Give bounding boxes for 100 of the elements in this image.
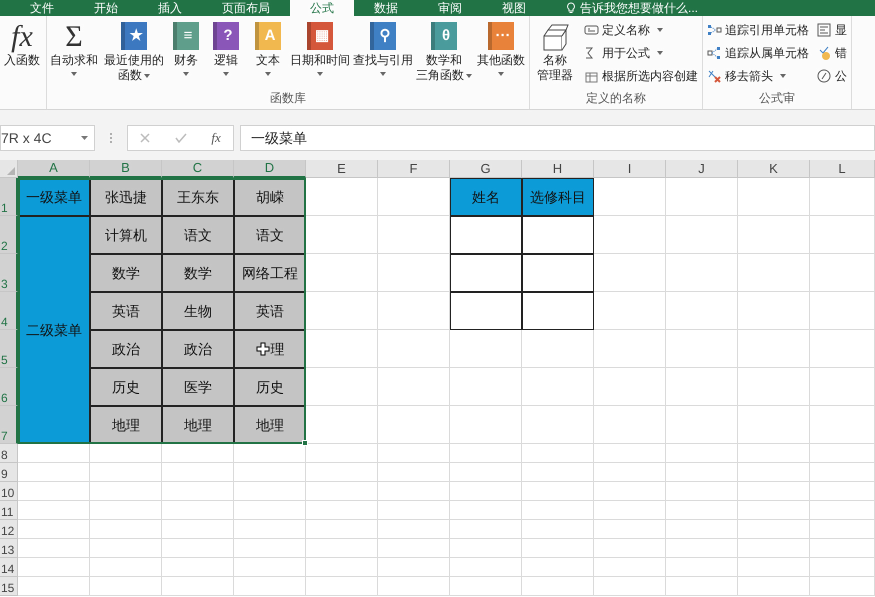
spreadsheet-cell[interactable] [594,558,666,577]
ribbon-tab[interactable]: 数据 [354,0,418,16]
row-header[interactable]: 9 [0,463,18,482]
spreadsheet-cell[interactable] [738,216,810,254]
spreadsheet-cell[interactable] [738,178,810,216]
spreadsheet-cell[interactable] [594,406,666,444]
spreadsheet-cell[interactable] [450,577,522,596]
ribbon-small-button[interactable]: 移去箭头 [707,66,809,86]
table-cell[interactable]: 网络工程 [234,254,306,292]
spreadsheet-cell[interactable] [810,501,875,520]
spreadsheet-cell[interactable] [306,330,378,368]
table-cell[interactable]: 张迅捷 [90,178,162,216]
ribbon-button[interactable]: θ 数学和 三角函数 [415,16,473,89]
spreadsheet-cell[interactable] [162,520,234,539]
table-cell[interactable]: 二级菜单 [18,216,90,444]
row-header[interactable]: 4 [0,292,18,330]
spreadsheet-cell[interactable] [594,463,666,482]
ribbon-button[interactable]: A 文本 [247,16,289,89]
spreadsheet-cell[interactable] [450,444,522,463]
spreadsheet-cell[interactable] [810,178,875,216]
spreadsheet-cell[interactable] [522,520,594,539]
spreadsheet-cell[interactable] [666,520,738,539]
spreadsheet-cell[interactable] [162,444,234,463]
spreadsheet-cell[interactable] [594,501,666,520]
ribbon-tab[interactable]: 插入 [138,0,202,16]
spreadsheet-cell[interactable] [378,368,450,406]
spreadsheet-cell[interactable] [306,444,378,463]
table-cell[interactable]: 姓名 [450,178,522,216]
column-header[interactable]: F [378,160,450,178]
table-cell[interactable]: 数学 [90,254,162,292]
ribbon-button[interactable]: fx 入函数 [0,16,46,89]
table-cell[interactable]: 历史 [90,368,162,406]
spreadsheet-cell[interactable] [450,501,522,520]
spreadsheet-cell[interactable] [522,406,594,444]
spreadsheet-cell[interactable] [810,368,875,406]
table-cell[interactable]: 数学 [162,254,234,292]
ribbon-tab[interactable]: 审阅 [418,0,482,16]
ribbon-tab[interactable]: 页面布局 [202,0,290,16]
spreadsheet-cell[interactable] [522,577,594,596]
spreadsheet-cell[interactable] [18,482,90,501]
table-cell[interactable]: 历史 [234,368,306,406]
spreadsheet-cell[interactable] [306,539,378,558]
spreadsheet-cell[interactable] [450,463,522,482]
spreadsheet-cell[interactable] [378,501,450,520]
spreadsheet-cell[interactable] [666,368,738,406]
ribbon-button[interactable]: Σ 自动求和 [47,16,101,89]
spreadsheet-cell[interactable] [234,577,306,596]
spreadsheet-cell[interactable] [378,406,450,444]
spreadsheet-cell[interactable] [666,501,738,520]
spreadsheet-cell[interactable] [90,539,162,558]
ribbon-small-button[interactable]: 追踪从属单元格 [707,43,809,63]
ribbon-small-button[interactable]: 根据所选内容创建 [584,66,698,86]
spreadsheet-cell[interactable] [810,463,875,482]
spreadsheet-cell[interactable] [306,577,378,596]
spreadsheet-cell[interactable] [666,558,738,577]
spreadsheet-cell[interactable] [594,368,666,406]
spreadsheet-cell[interactable] [18,539,90,558]
table-cell[interactable]: 王东东 [162,178,234,216]
spreadsheet-cell[interactable] [738,577,810,596]
spreadsheet-cell[interactable] [666,444,738,463]
ribbon-tab[interactable]: 视图 [482,0,546,16]
spreadsheet-cell[interactable] [738,254,810,292]
spreadsheet-cell[interactable] [162,558,234,577]
spreadsheet-cell[interactable] [306,501,378,520]
spreadsheet-cell[interactable] [594,539,666,558]
spreadsheet-cell[interactable] [306,292,378,330]
spreadsheet-cell[interactable] [666,406,738,444]
spreadsheet-cell[interactable] [306,368,378,406]
row-header[interactable]: 15 [0,577,18,596]
column-header[interactable]: E [306,160,378,178]
spreadsheet-cell[interactable] [162,463,234,482]
table-cell[interactable]: 英语 [234,292,306,330]
ribbon-button[interactable]: ≡ 财务 [167,16,205,89]
row-header[interactable]: 12 [0,520,18,539]
spreadsheet-cell[interactable] [522,539,594,558]
spreadsheet-cell[interactable] [90,482,162,501]
ribbon-small-button[interactable]: 定义名称 [584,20,698,40]
table-cell[interactable]: 理 [234,330,306,368]
spreadsheet-cell[interactable] [306,216,378,254]
table-cell[interactable]: 地理 [162,406,234,444]
spreadsheet-cell[interactable] [738,444,810,463]
spreadsheet-cell[interactable] [306,520,378,539]
table-cell[interactable] [450,216,522,254]
spreadsheet-cell[interactable] [738,368,810,406]
spreadsheet-cell[interactable] [234,539,306,558]
table-cell[interactable] [450,292,522,330]
spreadsheet-cell[interactable] [234,501,306,520]
spreadsheet-cell[interactable] [450,558,522,577]
column-header[interactable]: D [234,160,306,178]
spreadsheet-cell[interactable] [738,482,810,501]
spreadsheet-cell[interactable] [378,330,450,368]
column-header[interactable]: A [18,160,90,178]
spreadsheet-cell[interactable] [18,444,90,463]
column-header[interactable]: J [666,160,738,178]
table-cell[interactable]: 政治 [162,330,234,368]
spreadsheet-cell[interactable] [18,558,90,577]
spreadsheet-cell[interactable] [810,292,875,330]
spreadsheet-cell[interactable] [18,520,90,539]
column-header[interactable]: K [738,160,810,178]
spreadsheet-cell[interactable] [306,463,378,482]
